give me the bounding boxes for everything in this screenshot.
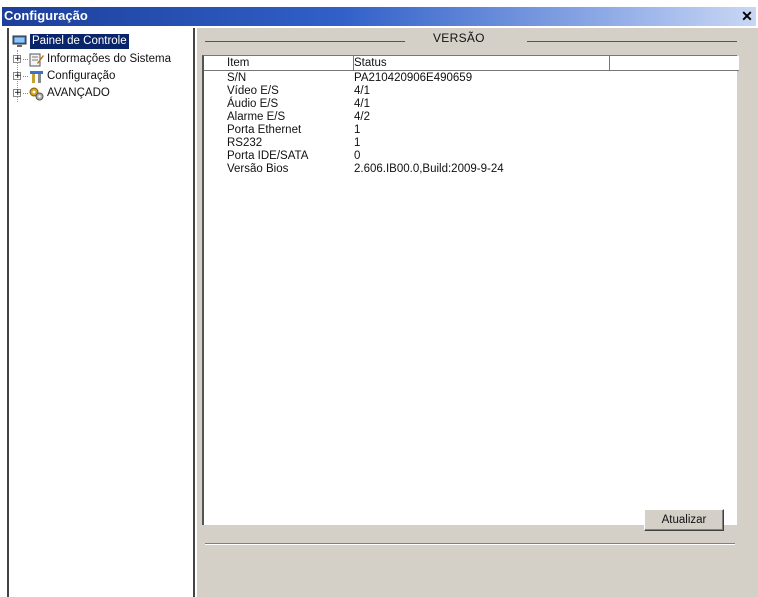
header-divider-left xyxy=(205,41,405,42)
cell-item: S/N xyxy=(227,72,247,84)
main-panel: VERSÃO Item Status S/N PA210420906E49065… xyxy=(197,28,758,597)
title-bar: Configuração ✕ xyxy=(2,7,756,26)
cell-status: 4/1 xyxy=(354,85,370,97)
close-icon[interactable]: ✕ xyxy=(740,9,754,23)
sidebar-item-label: Informações do Sistema xyxy=(47,53,172,65)
cell-status: 4/1 xyxy=(354,98,370,110)
sidebar-item-avancado[interactable]: + AVANÇADO xyxy=(13,85,110,101)
window-title: Configuração xyxy=(4,8,88,23)
column-header-item[interactable]: Item xyxy=(204,56,354,71)
cell-status: 1 xyxy=(354,124,361,136)
cell-item: Áudio E/S xyxy=(227,98,279,110)
cell-item: Versão Bios xyxy=(227,163,289,175)
cell-status: 2.606.IB00.0,Build:2009-9-24 xyxy=(354,163,504,175)
cell-item: Vídeo E/S xyxy=(227,85,279,97)
tree-root-label: Painel de Controle xyxy=(30,33,129,49)
expand-icon[interactable]: + xyxy=(13,89,22,98)
sidebar-item-label: Configuração xyxy=(47,70,116,82)
section-title: VERSÃO xyxy=(433,31,485,45)
sidebar-item-label: AVANÇADO xyxy=(47,87,110,99)
cell-status: 4/2 xyxy=(354,111,370,123)
sidebar-item-informacoes[interactable]: + Informações do Sistema xyxy=(13,51,171,67)
refresh-button[interactable]: Atualizar xyxy=(644,509,724,531)
info-icon xyxy=(29,53,44,66)
column-header-status[interactable]: Status xyxy=(354,56,610,71)
expand-icon[interactable]: + xyxy=(13,72,22,81)
cell-item: Porta IDE/SATA xyxy=(227,150,309,162)
cell-item: RS232 xyxy=(227,137,263,149)
header-divider-right xyxy=(527,41,737,42)
sidebar-item-configuracao[interactable]: + Configuração xyxy=(13,68,115,84)
version-list[interactable]: Item Status S/N PA210420906E490659 Vídeo… xyxy=(202,55,739,525)
bottom-divider xyxy=(205,543,735,545)
expand-icon[interactable]: + xyxy=(13,55,22,64)
cell-item: Porta Ethernet xyxy=(227,124,302,136)
gears-icon xyxy=(29,87,44,100)
cell-status: PA210420906E490659 xyxy=(354,72,473,84)
sidebar-tree[interactable]: Painel de Controle + Informações do Sist… xyxy=(7,28,195,597)
tree-root-item[interactable]: Painel de Controle xyxy=(12,33,129,49)
tools-icon xyxy=(30,70,43,83)
column-header-empty[interactable] xyxy=(610,56,739,71)
cell-status: 0 xyxy=(354,150,361,162)
cell-item: Alarme E/S xyxy=(227,111,286,123)
monitor-icon xyxy=(12,35,27,47)
cell-status: 1 xyxy=(354,137,361,149)
